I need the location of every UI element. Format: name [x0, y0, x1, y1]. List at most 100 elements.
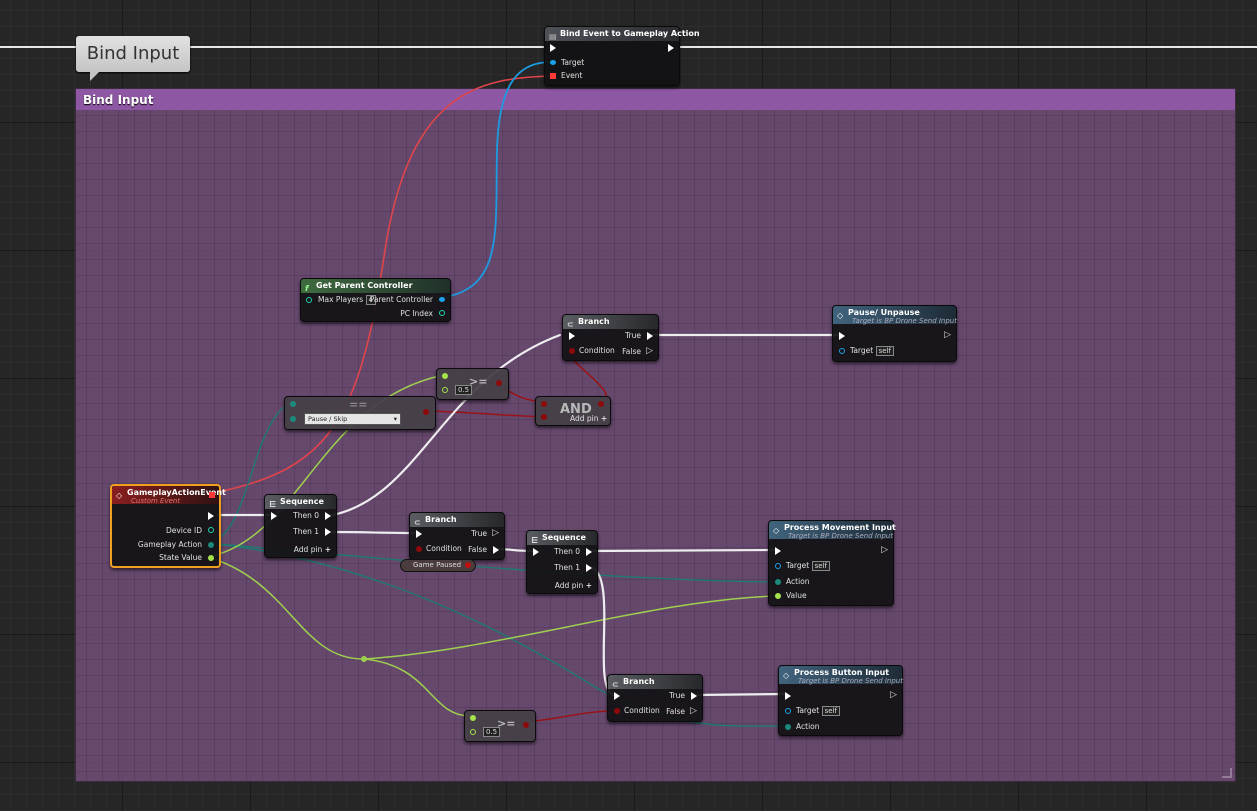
exec-in-pin[interactable] [271, 512, 277, 520]
game-paused-variable[interactable]: Game Paused [400, 559, 477, 572]
game-paused-out-pin[interactable] [465, 562, 472, 568]
target-self-value[interactable]: self [821, 706, 840, 716]
and-out-pin[interactable] [598, 401, 604, 407]
bind-event-node[interactable]: ▤ Bind Event to Gameplay Action Target E… [544, 26, 700, 86]
bool-out-pin[interactable] [523, 722, 529, 728]
then0-exec-pin[interactable] [325, 512, 331, 520]
exec-out-pin[interactable] [668, 44, 674, 52]
target-text: Target [850, 346, 874, 355]
then0-label: Then 0 [293, 511, 319, 520]
then0-label: Then 0 [554, 547, 580, 556]
action-label: Action [786, 577, 810, 586]
process-movement-node[interactable]: ◇ Process Movement Input Target is BP Dr… [768, 520, 896, 606]
pause-unpause-node[interactable]: ◇ Pause/ Unpause Target is BP Drone Send… [832, 305, 957, 362]
then0-exec-pin[interactable] [586, 548, 592, 556]
action-a-pin[interactable] [290, 401, 296, 407]
event-delegate-pin[interactable] [550, 73, 556, 79]
pc-index-pin[interactable] [439, 310, 445, 316]
true-exec-pin[interactable] [647, 332, 653, 340]
function-icon: ▤ [549, 32, 557, 41]
target-self-value[interactable]: self [811, 561, 830, 571]
target-pin[interactable] [839, 348, 845, 354]
exec-out-pin[interactable]: ▷ [944, 330, 951, 340]
equal-enum-node[interactable]: Pause / Skip ▾ == [284, 396, 436, 430]
then1-exec-pin[interactable] [586, 564, 592, 572]
bool-out-pin[interactable] [496, 380, 502, 386]
target-pin[interactable] [775, 563, 781, 569]
value-pin[interactable] [775, 593, 781, 599]
action-pin[interactable] [775, 579, 781, 585]
equal-symbol: == [349, 398, 368, 411]
then1-exec-pin[interactable] [325, 528, 331, 536]
sequence-node-mid[interactable]: ⋿ Sequence Then 0 Then 1 Add pin + [526, 530, 598, 594]
value-wire-mid [206, 556, 777, 660]
branch-icon: ⊂ [612, 680, 619, 689]
greater-equal-symbol: >= [497, 717, 516, 730]
exec-out-pin[interactable]: ▷ [890, 690, 897, 700]
false-exec-pin[interactable]: ▷ [646, 346, 653, 356]
sequence-node-left[interactable]: ⋿ Sequence Then 0 Then 1 Add pin + [264, 494, 337, 558]
add-pin-button[interactable]: Add pin + [294, 545, 331, 555]
action-combo-box[interactable]: Pause / Skip ▾ [304, 413, 401, 425]
true-exec-pin[interactable]: ▷ [492, 528, 499, 538]
and-node[interactable]: AND Add pin + [535, 396, 611, 426]
false-exec-pin[interactable] [493, 546, 499, 554]
exec-in-pin[interactable] [416, 530, 422, 538]
branch-bottom-title: Branch [623, 677, 655, 686]
exec-in-pin[interactable] [775, 547, 781, 555]
get-parent-controller-node[interactable]: f Get Parent Controller Max Players 4 Pa… [300, 278, 451, 322]
false-label: False [666, 707, 685, 716]
false-label: False [468, 545, 487, 554]
b-float-pin[interactable] [442, 387, 448, 393]
branch-node-bottom[interactable]: ⊂ Branch True Condition False ▷ [607, 674, 703, 722]
gameplay-action-event-node[interactable]: ◇ GameplayActionEvent Custom Event Devic… [110, 484, 226, 568]
event-diamond-icon: ◇ [116, 491, 123, 500]
exec-in-pin[interactable] [839, 332, 845, 340]
and-b-pin[interactable] [541, 414, 547, 420]
branch-mid-header: ⊂ Branch [410, 513, 504, 527]
and-a-pin[interactable] [541, 401, 547, 407]
a-float-pin[interactable] [442, 373, 448, 379]
false-exec-pin[interactable]: ▷ [690, 706, 697, 716]
delegate-out-pin[interactable] [209, 492, 215, 498]
max-players-pin[interactable] [306, 297, 312, 303]
a-float-pin[interactable] [470, 715, 476, 721]
greater-equal-node-bottom[interactable]: 0.5 >= [464, 710, 536, 742]
branch-node-mid[interactable]: ⊂ Branch True ▷ Condition False [409, 512, 505, 560]
b-float-pin[interactable] [470, 729, 476, 735]
branch-node-top[interactable]: ⊂ Branch True Condition False ▷ [562, 314, 659, 361]
exec-in-pin[interactable] [550, 44, 556, 52]
event-label: Event [561, 71, 583, 80]
exec-in-pin[interactable] [785, 692, 791, 700]
exec-out-pin[interactable] [208, 512, 214, 520]
reroute-knot[interactable] [361, 656, 367, 662]
target-pin[interactable] [785, 708, 791, 714]
process-movement-subtitle: Target is BP Drone Send Input [788, 532, 893, 540]
gameplay-action-pin[interactable] [208, 542, 214, 548]
action-pin[interactable] [785, 724, 791, 730]
state-value-pin[interactable] [208, 555, 214, 561]
exec-out-pin[interactable]: ▷ [881, 545, 888, 555]
exec-in-pin[interactable] [614, 692, 620, 700]
true-exec-pin[interactable] [691, 692, 697, 700]
target-pin[interactable] [550, 60, 556, 65]
condition-pin[interactable] [416, 546, 422, 552]
exec-wire-8 [692, 692, 787, 697]
add-pin-button[interactable]: Add pin + [555, 581, 592, 591]
process-button-node[interactable]: ◇ Process Button Input Target is BP Dron… [778, 665, 903, 736]
device-id-pin[interactable] [208, 527, 214, 533]
condition-label: Condition [426, 544, 462, 553]
action-b-pin[interactable] [290, 416, 296, 422]
exec-in-pin[interactable] [533, 548, 539, 556]
condition-pin[interactable] [614, 708, 620, 714]
parent-controller-pin[interactable] [439, 297, 445, 302]
bool-out-pin[interactable] [423, 409, 429, 415]
greater-equal-node-top[interactable]: 0.5 >= [436, 368, 509, 400]
exec-in-pin[interactable] [569, 332, 575, 340]
process-button-title: Process Button Input [794, 668, 890, 677]
target-self-value[interactable]: self [875, 346, 894, 356]
add-pin-label[interactable]: Add pin + [570, 414, 607, 424]
condition-pin[interactable] [569, 348, 575, 354]
branch-icon: ⊂ [414, 518, 421, 527]
then1-label: Then 1 [293, 527, 319, 536]
